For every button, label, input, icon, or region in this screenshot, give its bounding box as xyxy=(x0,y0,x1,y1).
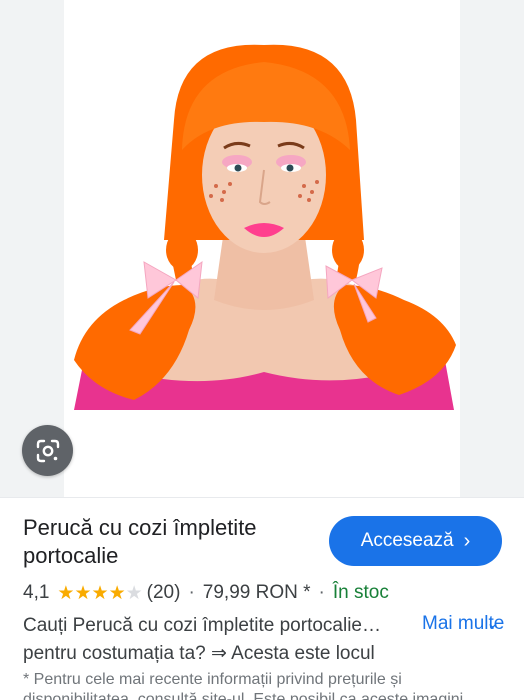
separator-dot: · xyxy=(188,582,195,603)
more-button[interactable]: Mai multe ⌄ xyxy=(422,610,512,638)
product-title[interactable]: Perucă cu cozi împletite portocalie xyxy=(23,514,313,570)
stock-status: În stoc xyxy=(332,582,389,603)
product-description: Cauți Perucă cu cozi împletite portocali… xyxy=(23,615,381,664)
rating-stars: ★ ★ ★ ★ ★ xyxy=(57,584,142,603)
visit-button[interactable]: Accesează › xyxy=(329,516,502,566)
star-icon: ★ xyxy=(74,582,92,604)
product-info-panel: Perucă cu cozi împletite portocalie Acce… xyxy=(0,497,524,700)
star-empty-icon: ★ xyxy=(125,582,143,604)
product-photo[interactable] xyxy=(64,0,460,497)
visit-button-label: Accesează xyxy=(360,530,454,551)
product-meta-row: 4,1 ★ ★ ★ ★ ★ (20) · 79,99 RON * · În st… xyxy=(23,580,389,606)
product-image-area xyxy=(0,0,524,497)
chevron-right-icon: › xyxy=(463,530,471,552)
google-lens-button[interactable] xyxy=(22,425,73,476)
rating-value: 4,1 xyxy=(23,582,50,603)
price: 79,99 RON * xyxy=(202,582,311,603)
star-icon: ★ xyxy=(91,582,109,604)
star-icon: ★ xyxy=(108,582,126,604)
price-disclaimer: * Pentru cele mai recente informații pri… xyxy=(23,671,464,700)
review-count[interactable]: (20) xyxy=(147,582,181,604)
star-icon: ★ xyxy=(57,582,75,604)
chevron-down-icon: ⌄ xyxy=(486,615,500,632)
wig-photo-illustration xyxy=(74,44,456,410)
google-lens-icon xyxy=(36,439,59,462)
separator-dot: · xyxy=(318,582,325,603)
